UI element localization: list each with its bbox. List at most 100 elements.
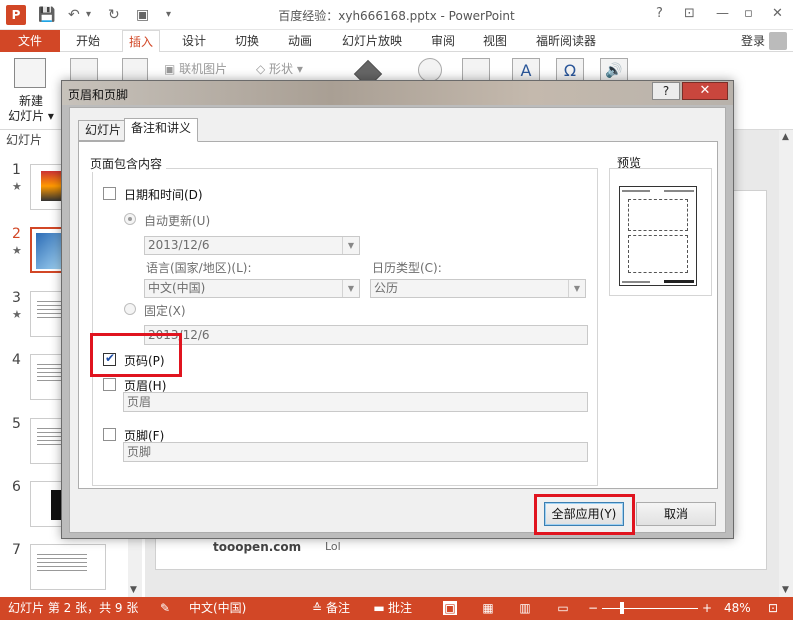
spell-check-icon[interactable]: ✎ (158, 601, 172, 615)
new-slide-label-1: 新建 (18, 94, 43, 108)
fixed-date-input[interactable]: 2013/12/6 (144, 325, 588, 345)
close-button[interactable]: ✕ (772, 6, 783, 21)
calendar-type-value: 公历 (374, 281, 399, 295)
online-pictures-label: 联机图片 (179, 62, 228, 76)
header-input[interactable]: 页眉 (123, 392, 588, 412)
normal-view-icon[interactable]: ▣ (443, 601, 457, 615)
thumbnail-text (37, 551, 87, 571)
preview-footer-left (622, 281, 650, 283)
shapes-button[interactable]: ◇ 形状 ▾ (256, 60, 303, 77)
calendar-type-select[interactable]: 公历 ▼ (370, 279, 586, 298)
animation-star-icon: ★ (12, 180, 22, 193)
slide-number: 7 (12, 542, 21, 558)
cancel-button[interactable]: 取消 (636, 502, 716, 526)
slide-number: 2 (12, 226, 21, 242)
tab-review[interactable]: 审阅 (425, 30, 461, 52)
fixed-radio[interactable] (124, 303, 136, 315)
ribbon-tabs: 文件 开始 插入 设计 切换 动画 幻灯片放映 审阅 视图 福昕阅读器 登录 (0, 30, 793, 53)
zoom-slider[interactable] (602, 608, 698, 609)
online-pictures-button[interactable]: ▣ 联机图片 (164, 60, 227, 77)
reading-view-icon[interactable]: ▥ (518, 601, 532, 615)
tab-file[interactable]: 文件 (0, 30, 60, 52)
new-slide-icon[interactable] (14, 58, 46, 88)
tab-slideshow[interactable]: 幻灯片放映 (336, 30, 408, 52)
date-time-checkbox[interactable] (103, 187, 116, 200)
tab-view[interactable]: 视图 (477, 30, 513, 52)
dialog-title: 页眉和页脚 (68, 88, 129, 102)
notes-handouts-panel: 页面包含内容 日期和时间(D) 自动更新(U) 2013/12/6 ▼ 语言(国… (78, 141, 718, 489)
help-icon[interactable]: ? (656, 6, 663, 21)
minimize-button[interactable]: — (716, 6, 729, 21)
scroll-down-icon[interactable]: ▼ (782, 585, 789, 595)
tab-foxit-reader[interactable]: 福昕阅读器 (530, 30, 602, 52)
zoom-out-button[interactable]: − (588, 601, 598, 616)
auto-update-label[interactable]: 自动更新(U) (144, 212, 210, 229)
auto-update-date-select[interactable]: 2013/12/6 ▼ (144, 236, 360, 255)
calendar-type-label: 日历类型(C): (372, 261, 442, 275)
new-slide-button[interactable]: 新建 幻灯片 ▾ (8, 94, 54, 124)
dialog-help-button[interactable]: ? (652, 82, 680, 100)
header-footer-dialog: 页眉和页脚 ? ✕ 幻灯片 备注和讲义 页面包含内容 日期和时间(D) 自动更新… (61, 80, 734, 539)
fixed-label[interactable]: 固定(X) (144, 302, 186, 319)
title-bar: P 💾 ↶ ▾ ↻ ▣ ▾ 百度经验：xyh666168.pptx - Powe… (0, 0, 793, 30)
slide-sorter-icon[interactable]: ▦ (481, 601, 495, 615)
link-icon[interactable] (418, 58, 442, 82)
zoom-in-button[interactable]: + (702, 601, 712, 616)
tab-notes-handouts[interactable]: 备注和讲义 (124, 118, 199, 142)
preview-notes-area (628, 235, 688, 273)
slide-thumbnail-7[interactable] (30, 544, 106, 590)
apply-to-all-highlight (534, 494, 635, 535)
ribbon-display-options-icon[interactable]: ⊡ (684, 6, 695, 21)
auto-update-date-value: 2013/12/6 (148, 238, 210, 252)
tab-transitions[interactable]: 切换 (229, 30, 265, 52)
canvas-brand-text: tooopen.com (213, 540, 302, 554)
language-label: 语言(国家/地区)(L): (146, 261, 252, 275)
preview-slide-area (628, 199, 688, 231)
tab-home[interactable]: 开始 (70, 30, 106, 52)
chevron-down-icon: ▼ (342, 237, 359, 254)
tab-animations[interactable]: 动画 (282, 30, 318, 52)
comments-icon[interactable]: ▬ (372, 601, 386, 615)
scroll-up-icon[interactable]: ▲ (782, 132, 789, 142)
dialog-title-bar[interactable]: 页眉和页脚 ? ✕ (62, 81, 733, 105)
zoom-level[interactable]: 48% (724, 601, 751, 616)
slide-number: 5 (12, 416, 21, 432)
status-bar: 幻灯片 第 2 张，共 9 张 ✎ 中文(中国) ≙ 备注 ▬ 批注 ▣ ▦ ▥… (0, 597, 793, 620)
slide-number: 1 (12, 162, 21, 178)
canvas-subtext: Lol (325, 540, 341, 553)
restore-button[interactable]: ▫ (744, 6, 753, 21)
notes-icon[interactable]: ≙ (310, 601, 324, 615)
language-select[interactable]: 中文(中国) ▼ (144, 279, 360, 298)
fit-slide-icon[interactable]: ⊡ (766, 601, 780, 615)
footer-input[interactable]: 页脚 (123, 442, 588, 462)
dialog-close-button[interactable]: ✕ (682, 82, 728, 100)
comments-button[interactable]: 批注 (388, 601, 412, 616)
zoom-slider-thumb[interactable] (620, 602, 625, 614)
page-number-highlight (90, 333, 182, 377)
chevron-down-icon: ▼ (568, 280, 585, 297)
avatar[interactable] (769, 32, 787, 50)
preview-page (619, 186, 697, 286)
tab-slide[interactable]: 幻灯片 (78, 120, 129, 141)
header-checkbox[interactable] (103, 378, 116, 391)
auto-update-radio[interactable] (124, 213, 136, 225)
date-time-label[interactable]: 日期和时间(D) (124, 186, 203, 203)
slideshow-icon[interactable]: ▭ (556, 601, 570, 615)
animation-star-icon: ★ (12, 244, 22, 257)
language-value: 中文(中国) (148, 281, 206, 295)
dialog-body: 幻灯片 备注和讲义 页面包含内容 日期和时间(D) 自动更新(U) 2013/1… (69, 107, 726, 535)
preview-header-right (664, 190, 694, 192)
login-link[interactable]: 登录 (741, 30, 765, 52)
slide-number: 6 (12, 479, 21, 495)
preview-header-left (622, 190, 650, 192)
notes-button[interactable]: 备注 (326, 601, 350, 616)
footer-checkbox[interactable] (103, 428, 116, 441)
language-status[interactable]: 中文(中国) (189, 601, 246, 616)
tab-insert[interactable]: 插入 (122, 30, 161, 53)
scroll-down-icon[interactable]: ▼ (130, 585, 137, 595)
tab-design[interactable]: 设计 (176, 30, 212, 52)
shapes-label: 形状 (269, 62, 294, 76)
animation-star-icon: ★ (12, 308, 22, 321)
chevron-down-icon: ▼ (342, 280, 359, 297)
editor-scrollbar[interactable]: ▲ ▼ (779, 130, 793, 597)
